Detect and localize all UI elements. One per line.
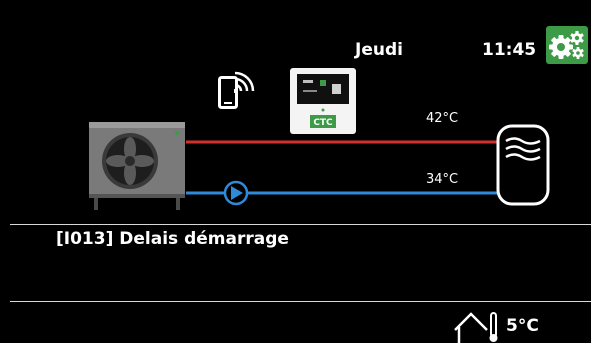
ctc-controller-icon: CTC xyxy=(290,68,356,134)
alarm-top-divider xyxy=(10,224,591,225)
controller-brand: CTC xyxy=(313,118,333,128)
alarm-bottom-divider xyxy=(10,301,591,302)
outdoor-temperature: 5°C xyxy=(506,316,539,336)
return-temperature: 34°C xyxy=(426,172,459,187)
alarm-message[interactable]: [I013] Delais démarrage xyxy=(56,229,289,249)
display-screen: Jeudi 11:45 CTC 42°C 34°C [I013] Delais … xyxy=(0,0,591,343)
phone-wifi-icon xyxy=(218,71,255,109)
water-tank-icon xyxy=(496,124,550,206)
circulation-pump-icon xyxy=(223,180,249,206)
supply-temperature: 42°C xyxy=(426,111,459,126)
heat-pump-icon xyxy=(89,122,185,210)
house-thermometer-icon xyxy=(454,312,498,343)
system-diagram: CTC xyxy=(89,68,550,343)
